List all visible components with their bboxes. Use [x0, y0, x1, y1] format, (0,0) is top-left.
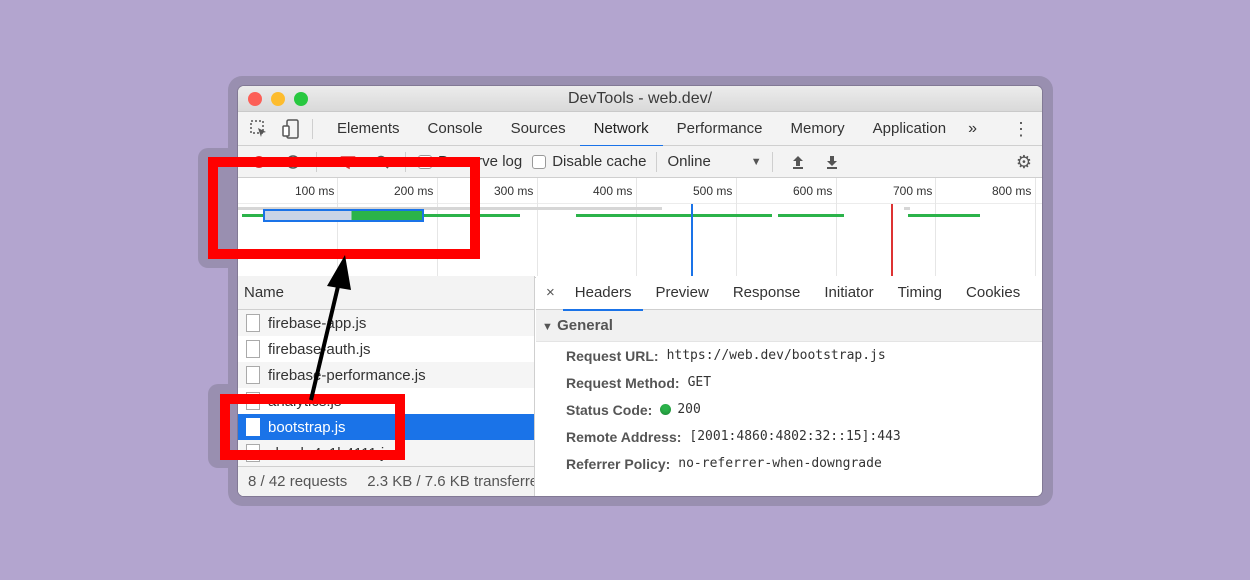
request-name: firebase-auth.js [268, 340, 371, 358]
upload-icon[interactable] [785, 152, 811, 172]
window-controls [248, 92, 308, 106]
field-key: Request URL: [566, 347, 659, 364]
gridline [836, 178, 837, 278]
device-toolbar-icon[interactable] [280, 118, 302, 140]
field-key: Remote Address: [566, 428, 682, 445]
file-icon [246, 340, 260, 358]
gridline [736, 178, 737, 278]
triangle-down-icon: ▼ [542, 321, 553, 333]
tab-sources[interactable]: Sources [497, 112, 580, 146]
file-icon [246, 314, 260, 332]
status-ok-icon [660, 404, 672, 415]
tab-elements[interactable]: Elements [323, 112, 414, 146]
tick-label: 500 ms [693, 184, 733, 198]
field-key: Status Code: [566, 401, 653, 418]
download-icon[interactable] [819, 152, 845, 172]
field-value: [2001:4860:4802:32::15]:443 [689, 429, 901, 444]
general-section-header[interactable]: ▼ General [536, 310, 1042, 342]
gridline [935, 178, 936, 278]
field-value: 200 [677, 402, 701, 417]
highlight-box-timeline [208, 157, 480, 259]
divider [771, 151, 773, 172]
inspect-element-icon[interactable] [248, 118, 270, 140]
gridline [1035, 178, 1036, 278]
tab-memory[interactable]: Memory [777, 112, 859, 146]
gridline [537, 178, 538, 278]
tab-console[interactable]: Console [414, 112, 497, 146]
title-bar: DevTools - web.dev/ [238, 86, 1042, 112]
timeline-bar [778, 214, 844, 217]
field-value: https://web.dev/bootstrap.js [666, 348, 886, 363]
tick-label: 400 ms [593, 184, 633, 198]
transfer-size: 2.3 KB / 7.6 KB transferred [367, 473, 534, 490]
header-field: Remote Address: [2001:4860:4802:32::15]:… [536, 423, 1042, 450]
throttling-value: Online [667, 153, 711, 170]
request-row[interactable]: firebase-auth.js [238, 336, 534, 362]
section-title: General [557, 317, 613, 334]
divider [656, 151, 658, 172]
zoom-window-button[interactable] [294, 92, 308, 106]
tab-preview[interactable]: Preview [643, 276, 720, 310]
kebab-menu-icon[interactable]: ⋮ [1012, 119, 1030, 139]
request-row[interactable]: firebase-performance.js [238, 362, 534, 388]
disable-cache-label: Disable cache [552, 153, 647, 170]
header-field: Request Method: GET [536, 369, 1042, 396]
timeline-bar [904, 207, 910, 210]
window-title: DevTools - web.dev/ [567, 90, 713, 107]
header-field: Request URL: https://web.dev/bootstrap.j… [536, 342, 1042, 369]
more-tabs-button[interactable]: » [960, 120, 985, 138]
tab-application[interactable]: Application [859, 112, 960, 146]
timeline-bar [908, 214, 980, 217]
main-tab-bar: Elements Console Sources Network Perform… [238, 112, 1042, 147]
close-icon[interactable]: × [536, 284, 563, 301]
file-icon [246, 366, 260, 384]
request-count: 8 / 42 requests [248, 473, 348, 490]
request-name: firebase-app.js [268, 314, 367, 332]
chevron-down-icon: ▼ [750, 155, 762, 168]
request-name: firebase-performance.js [268, 366, 426, 384]
tab-performance[interactable]: Performance [663, 112, 777, 146]
domcontentloaded-marker [691, 204, 693, 278]
tab-cookies[interactable]: Cookies [954, 276, 1032, 310]
detail-tab-bar: × Headers Preview Response Initiator Tim… [536, 276, 1042, 311]
gridline [636, 178, 637, 278]
throttling-select[interactable]: Online ▼ [667, 153, 761, 170]
name-column-header[interactable]: Name [238, 276, 534, 310]
field-value: no-referrer-when-downgrade [678, 456, 882, 471]
tick-label: 600 ms [793, 184, 833, 198]
network-panel-body: Name firebase-app.js firebase-auth.js fi… [238, 276, 1042, 496]
header-field: Status Code: 200 [536, 396, 1042, 423]
gear-icon[interactable]: ⚙ [1016, 152, 1032, 173]
timeline-bar [576, 214, 772, 217]
tab-timing[interactable]: Timing [886, 276, 954, 310]
tab-response[interactable]: Response [721, 276, 813, 310]
status-bar: 8 / 42 requests 2.3 KB / 7.6 KB transfer… [238, 466, 534, 496]
load-marker [891, 204, 893, 278]
minimize-window-button[interactable] [271, 92, 285, 106]
divider [312, 118, 313, 139]
field-key: Referrer Policy: [566, 455, 671, 472]
tab-initiator[interactable]: Initiator [812, 276, 885, 310]
tick-label: 300 ms [494, 184, 534, 198]
close-window-button[interactable] [248, 92, 262, 106]
request-row[interactable]: firebase-app.js [238, 310, 534, 336]
tick-label: 800 ms [992, 184, 1032, 198]
tab-network[interactable]: Network [579, 112, 663, 147]
field-value: GET [687, 375, 712, 390]
highlight-box-request [220, 394, 405, 460]
tick-label: 700 ms [893, 184, 933, 198]
field-key: Request Method: [566, 374, 680, 391]
tab-headers[interactable]: Headers [562, 276, 644, 311]
disable-cache-checkbox[interactable] [532, 154, 547, 169]
header-field: Referrer Policy: no-referrer-when-downgr… [536, 450, 1042, 477]
request-detail-panel: × Headers Preview Response Initiator Tim… [536, 276, 1042, 496]
request-list: Name firebase-app.js firebase-auth.js fi… [238, 276, 535, 496]
